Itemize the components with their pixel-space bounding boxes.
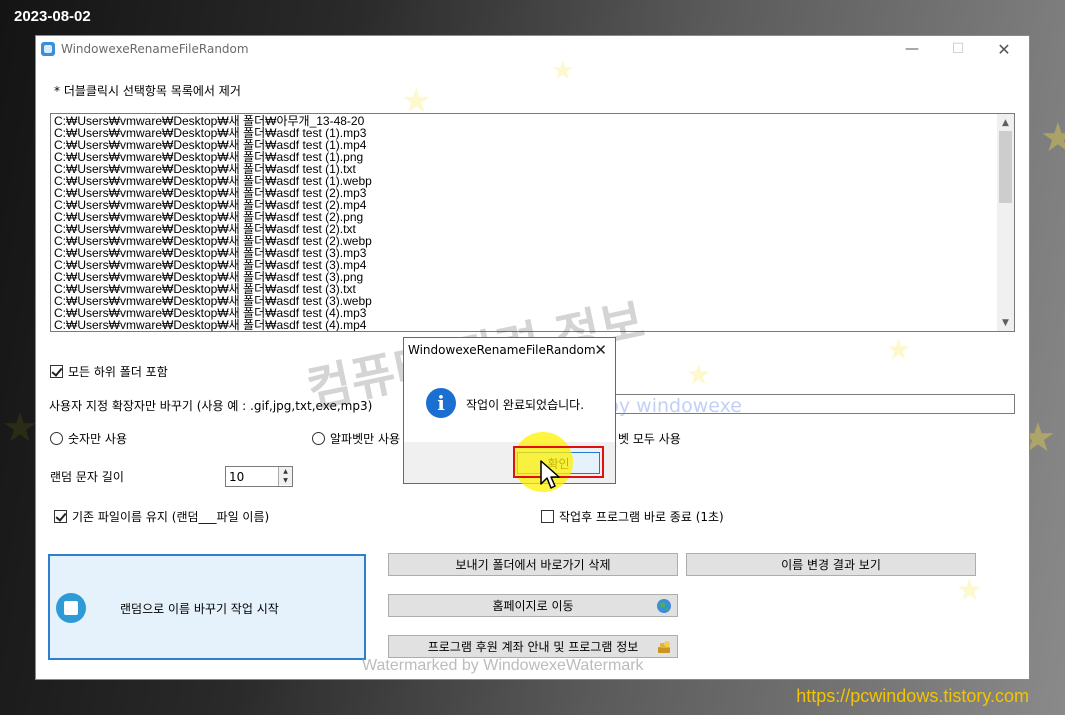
- keep-name-label: 기존 파일이름 유지 (랜덤___파일 이름): [72, 510, 270, 524]
- window-title: WindowexeRenameFileRandom: [61, 42, 249, 56]
- random-length-stepper[interactable]: 10 ▲ ▼: [225, 466, 293, 487]
- exit-after-checkbox[interactable]: [541, 510, 554, 523]
- radio-both-option[interactable]: 벳 모두 사용: [618, 430, 681, 447]
- minimize-button[interactable]: —: [889, 36, 935, 62]
- include-subfolders-option[interactable]: 모든 하위 폴더 포함: [50, 363, 168, 380]
- radio-both-label: 벳 모두 사용: [618, 432, 681, 446]
- radio-numbers-label: 숫자만 사용: [68, 432, 128, 446]
- dialog-close-button[interactable]: ✕: [594, 338, 607, 362]
- star-decoration: ★: [886, 333, 912, 366]
- vertical-scrollbar[interactable]: ▲ ▼: [997, 114, 1014, 331]
- titlebar[interactable]: WindowexeRenameFileRandom — ☐ ✕: [36, 36, 1029, 62]
- custom-ext-label: 사용자 지정 확장자만 바꾸기 (사용 예 : .gif,jpg,txt,exe…: [49, 399, 373, 413]
- site-url: https://pcwindows.tistory.com: [796, 686, 1029, 706]
- close-button[interactable]: ✕: [981, 36, 1027, 62]
- file-list[interactable]: C:₩Users₩vmware₩Desktop₩새 폴더₩아무개_13-48-2…: [50, 113, 1015, 332]
- dialog-message: 작업이 완료되었습니다.: [466, 398, 585, 412]
- donate-info-button[interactable]: 프로그램 후원 계좌 안내 및 프로그램 정보: [388, 635, 678, 658]
- star-decoration: ★: [2, 405, 38, 451]
- dice-icon: [56, 593, 86, 623]
- maximize-button[interactable]: ☐: [935, 36, 981, 62]
- radio-alpha[interactable]: [312, 432, 325, 445]
- delete-shortcut-label: 보내기 폴더에서 바로가기 삭제: [455, 558, 611, 572]
- keep-name-checkbox[interactable]: [54, 510, 67, 523]
- start-rename-button[interactable]: 랜덤으로 이름 바꾸기 작업 시작: [48, 554, 366, 660]
- start-rename-label: 랜덤으로 이름 바꾸기 작업 시작: [120, 602, 279, 616]
- random-length-label: 랜덤 문자 길이: [50, 470, 124, 484]
- include-subfolders-label: 모든 하위 폴더 포함: [68, 365, 168, 379]
- radio-alpha-label: 알파벳만 사용: [330, 432, 401, 446]
- exit-after-option[interactable]: 작업후 프로그램 바로 종료 (1초): [541, 508, 724, 525]
- stepper-up-icon[interactable]: ▲: [279, 467, 292, 476]
- star-decoration: ★: [686, 358, 712, 391]
- homepage-button[interactable]: 홈페이지로 이동: [388, 594, 678, 617]
- dialog-ok-button[interactable]: 확인: [517, 452, 600, 474]
- view-results-button[interactable]: 이름 변경 결과 보기: [686, 553, 976, 576]
- view-results-label: 이름 변경 결과 보기: [781, 558, 881, 572]
- scroll-up-arrow-icon[interactable]: ▲: [997, 114, 1014, 131]
- app-icon: [41, 42, 55, 56]
- info-icon: i: [426, 388, 456, 418]
- scroll-down-arrow-icon[interactable]: ▼: [997, 314, 1014, 331]
- homepage-label: 홈페이지로 이동: [492, 599, 574, 613]
- star-decoration: ★: [956, 573, 983, 608]
- delete-shortcut-button[interactable]: 보내기 폴더에서 바로가기 삭제: [388, 553, 678, 576]
- dialog-ok-label: 확인: [547, 456, 570, 471]
- radio-numbers[interactable]: [50, 432, 63, 445]
- keep-name-option[interactable]: 기존 파일이름 유지 (랜덤___파일 이름): [54, 508, 269, 525]
- coins-icon: [658, 641, 670, 653]
- dialog-title: WindowexeRenameFileRandom: [408, 343, 596, 357]
- exit-after-label: 작업후 프로그램 바로 종료 (1초): [559, 510, 724, 524]
- globe-icon: [657, 599, 671, 613]
- stepper-down-icon[interactable]: ▼: [279, 476, 292, 485]
- dialog-titlebar[interactable]: WindowexeRenameFileRandom ✕: [404, 338, 615, 362]
- hint-text: * 더블클릭시 선택항목 목록에서 제거: [54, 84, 241, 98]
- donate-info-label: 프로그램 후원 계좌 안내 및 프로그램 정보: [427, 640, 639, 654]
- radio-numbers-option[interactable]: 숫자만 사용: [50, 430, 127, 447]
- star-decoration: ★: [1040, 115, 1065, 161]
- completion-dialog: WindowexeRenameFileRandom ✕ i 작업이 완료되었습니…: [403, 337, 616, 484]
- dialog-body: i 작업이 완료되었습니다.: [404, 362, 615, 442]
- random-length-value[interactable]: 10: [229, 470, 244, 484]
- include-subfolders-checkbox[interactable]: [50, 365, 63, 378]
- date-stamp: 2023-08-02: [14, 8, 91, 25]
- scroll-thumb[interactable]: [999, 131, 1012, 203]
- radio-alpha-option[interactable]: 알파벳만 사용: [312, 430, 400, 447]
- list-item[interactable]: C:₩Users₩vmware₩Desktop₩새 폴더₩asdf test (…: [54, 319, 1014, 331]
